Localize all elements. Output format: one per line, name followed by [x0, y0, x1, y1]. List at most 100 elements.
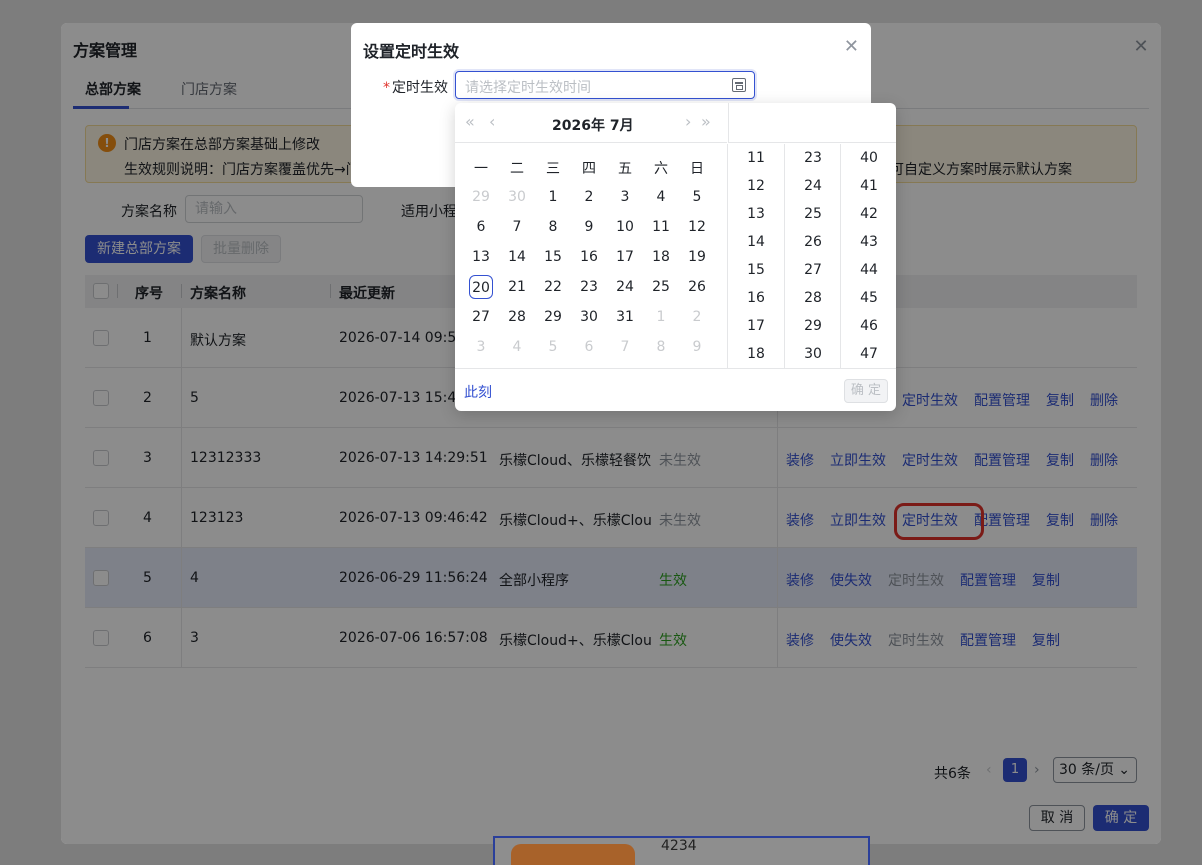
calendar-day[interactable]: 8 [643, 335, 679, 359]
picker-ok-button[interactable]: 确 定 [844, 379, 888, 403]
calendar-day[interactable]: 4 [643, 185, 679, 209]
calendar-day[interactable]: 2 [679, 305, 715, 329]
action-delete-link[interactable]: 删除 [1090, 450, 1118, 470]
calendar-day[interactable]: 27 [463, 305, 499, 329]
hour-option[interactable]: 17 [728, 318, 783, 334]
row-checkbox[interactable] [93, 330, 109, 346]
calendar-day[interactable]: 14 [499, 245, 535, 269]
calendar-day[interactable]: 5 [535, 335, 571, 359]
calendar-day[interactable]: 28 [499, 305, 535, 329]
minute-column[interactable]: 23 24 25 26 27 28 29 30 [784, 144, 840, 368]
second-option[interactable]: 45 [841, 290, 896, 306]
calendar-day[interactable]: 1 [643, 305, 679, 329]
next-year-icon[interactable]: » [701, 114, 711, 130]
action-deactivate-link[interactable]: 使失效 [830, 630, 872, 650]
action-activate-link[interactable]: 立即生效 [830, 450, 886, 470]
minute-option[interactable]: 29 [785, 318, 840, 334]
action-copy-link[interactable]: 复制 [1046, 510, 1074, 530]
action-delete-link[interactable]: 删除 [1090, 390, 1118, 410]
calendar-day[interactable]: 10 [607, 215, 643, 239]
hour-option[interactable]: 12 [728, 178, 783, 194]
minute-option[interactable]: 26 [785, 234, 840, 250]
second-column[interactable]: 40 41 42 43 44 45 46 47 [840, 144, 896, 368]
calendar-day[interactable]: 3 [607, 185, 643, 209]
calendar-day[interactable]: 6 [463, 215, 499, 239]
hour-option[interactable]: 15 [728, 262, 783, 278]
close-icon[interactable]: ✕ [1133, 38, 1149, 56]
prev-year-icon[interactable]: « [465, 114, 475, 130]
calendar-day[interactable]: 30 [499, 185, 535, 209]
calendar-day[interactable]: 8 [535, 215, 571, 239]
minute-option[interactable]: 27 [785, 262, 840, 278]
minute-option[interactable]: 24 [785, 178, 840, 194]
calendar-day[interactable]: 29 [535, 305, 571, 329]
second-option[interactable]: 42 [841, 206, 896, 222]
action-schedule-link[interactable]: 定时生效 [888, 570, 944, 590]
second-option[interactable]: 40 [841, 150, 896, 166]
calendar-day[interactable]: 21 [499, 275, 535, 299]
calendar-day[interactable]: 24 [607, 275, 643, 299]
now-link[interactable]: 此刻 [464, 382, 492, 402]
second-option[interactable]: 44 [841, 262, 896, 278]
calendar-day[interactable]: 1 [535, 185, 571, 209]
calendar-icon[interactable] [732, 78, 746, 92]
calendar-day[interactable]: 26 [679, 275, 715, 299]
plan-name-input[interactable]: 请输入 [185, 195, 363, 223]
minute-option[interactable]: 25 [785, 206, 840, 222]
calendar-day[interactable]: 25 [643, 275, 679, 299]
calendar-day[interactable]: 9 [571, 215, 607, 239]
action-decorate-link[interactable]: 装修 [786, 510, 814, 530]
calendar-day[interactable]: 7 [607, 335, 643, 359]
action-schedule-link[interactable]: 定时生效 [902, 450, 958, 470]
row-checkbox[interactable] [93, 510, 109, 526]
calendar-day[interactable]: 16 [571, 245, 607, 269]
second-option[interactable]: 46 [841, 318, 896, 334]
hour-option[interactable]: 13 [728, 206, 783, 222]
action-config-link[interactable]: 配置管理 [974, 450, 1030, 470]
minute-option[interactable]: 23 [785, 150, 840, 166]
hour-option[interactable]: 14 [728, 234, 783, 250]
second-option[interactable]: 41 [841, 178, 896, 194]
action-copy-link[interactable]: 复制 [1046, 390, 1074, 410]
action-schedule-link[interactable]: 定时生效 [888, 630, 944, 650]
close-icon[interactable]: ✕ [844, 38, 859, 56]
second-option[interactable]: 47 [841, 346, 896, 362]
prev-month-icon[interactable]: ‹ [489, 114, 495, 130]
action-copy-link[interactable]: 复制 [1046, 450, 1074, 470]
calendar-day[interactable]: 17 [607, 245, 643, 269]
calendar-day[interactable]: 11 [643, 215, 679, 239]
row-checkbox[interactable] [93, 630, 109, 646]
page-number-current[interactable]: 1 [1003, 758, 1027, 782]
hour-option[interactable]: 11 [728, 150, 783, 166]
calendar-day[interactable]: 7 [499, 215, 535, 239]
tab-hq-plans[interactable]: 总部方案 [85, 79, 141, 99]
calendar-day[interactable]: 29 [463, 185, 499, 209]
row-checkbox[interactable] [93, 570, 109, 586]
minute-option[interactable]: 28 [785, 290, 840, 306]
calendar-day[interactable]: 6 [571, 335, 607, 359]
hour-column[interactable]: 11 12 13 14 15 16 17 18 [727, 144, 783, 368]
next-page-icon[interactable]: › [1034, 762, 1040, 778]
row-checkbox[interactable] [93, 390, 109, 406]
calendar-day[interactable]: 9 [679, 335, 715, 359]
calendar-day[interactable]: 15 [535, 245, 571, 269]
action-config-link[interactable]: 配置管理 [960, 570, 1016, 590]
action-config-link[interactable]: 配置管理 [974, 390, 1030, 410]
prev-page-icon[interactable]: ‹ [986, 762, 992, 778]
action-delete-link[interactable]: 删除 [1090, 510, 1118, 530]
calendar-day[interactable]: 2 [571, 185, 607, 209]
calendar-day[interactable]: 30 [571, 305, 607, 329]
calendar-day[interactable]: 23 [571, 275, 607, 299]
hour-option[interactable]: 16 [728, 290, 783, 306]
calendar-day[interactable]: 12 [679, 215, 715, 239]
cancel-button[interactable]: 取 消 [1029, 805, 1085, 831]
action-deactivate-link[interactable]: 使失效 [830, 570, 872, 590]
calendar-day[interactable]: 4 [499, 335, 535, 359]
calendar-day[interactable]: 3 [463, 335, 499, 359]
tab-store-plans[interactable]: 门店方案 [181, 79, 237, 99]
new-hq-plan-button[interactable]: 新建总部方案 [85, 235, 193, 263]
next-month-icon[interactable]: › [685, 114, 691, 130]
calendar-day[interactable]: 31 [607, 305, 643, 329]
calendar-day[interactable]: 18 [643, 245, 679, 269]
action-decorate-link[interactable]: 装修 [786, 450, 814, 470]
